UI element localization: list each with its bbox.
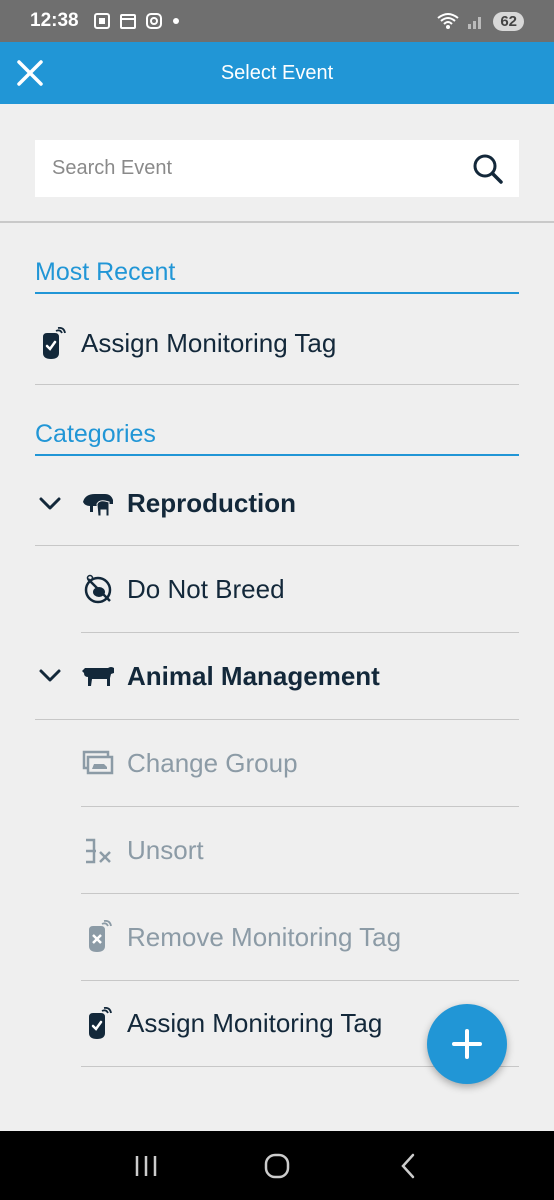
list-item-remove-monitoring-tag[interactable]: Remove Monitoring Tag bbox=[81, 894, 519, 981]
category-label: Animal Management bbox=[127, 660, 380, 691]
recent-apps-icon bbox=[135, 1155, 156, 1176]
recent-apps-button[interactable] bbox=[126, 1146, 166, 1186]
monitoring-tag-icon bbox=[35, 326, 69, 361]
instagram-icon bbox=[145, 13, 162, 29]
category-animal-management[interactable]: Animal Management bbox=[35, 633, 519, 720]
plus-icon bbox=[452, 1029, 482, 1059]
categories-heading: Categories bbox=[35, 420, 519, 456]
chevron-down-icon bbox=[35, 661, 65, 691]
change-group-icon bbox=[81, 746, 115, 780]
dot-icon bbox=[172, 18, 179, 24]
back-icon bbox=[401, 1153, 415, 1178]
system-icons: 62 bbox=[437, 11, 524, 31]
back-button[interactable] bbox=[388, 1146, 428, 1186]
screenshot-icon bbox=[93, 13, 110, 29]
list-item-label: Change Group bbox=[127, 747, 298, 778]
page-title: Select Event bbox=[220, 61, 334, 84]
search-icon[interactable] bbox=[471, 152, 505, 186]
list-item-most-recent-assign-tag[interactable]: Assign Monitoring Tag bbox=[35, 303, 519, 385]
cow-icon bbox=[81, 659, 115, 693]
list-item-label: Do Not Breed bbox=[127, 573, 285, 604]
do-not-breed-icon bbox=[81, 572, 115, 606]
list-item-label: Remove Monitoring Tag bbox=[127, 921, 402, 952]
category-label: Reproduction bbox=[127, 488, 296, 518]
status-time: 12:38 bbox=[30, 10, 79, 31]
list-item-label: Unsort bbox=[127, 834, 204, 865]
home-icon bbox=[264, 1153, 290, 1178]
list-item-label: Assign Monitoring Tag bbox=[127, 1008, 383, 1038]
list-item-change-group[interactable]: Change Group bbox=[81, 720, 519, 807]
battery-indicator: 62 bbox=[493, 11, 524, 31]
system-nav-bar bbox=[0, 1131, 554, 1200]
monitoring-tag-icon bbox=[81, 1006, 115, 1041]
app-header: Select Event bbox=[0, 42, 554, 104]
home-button[interactable] bbox=[257, 1146, 297, 1186]
close-button[interactable] bbox=[12, 55, 48, 91]
search-box bbox=[35, 140, 519, 197]
add-button[interactable] bbox=[427, 1004, 507, 1084]
notification-icons bbox=[93, 12, 181, 30]
unsort-icon bbox=[81, 833, 115, 867]
list-item-label: Assign Monitoring Tag bbox=[81, 328, 337, 358]
category-reproduction[interactable]: Reproduction bbox=[35, 462, 519, 546]
status-bar: 12:38 62 bbox=[0, 0, 554, 42]
calendar-icon bbox=[119, 14, 136, 29]
list-item-do-not-breed[interactable]: Do Not Breed bbox=[81, 546, 519, 633]
list-item-unsort[interactable]: Unsort bbox=[81, 807, 519, 894]
reproduction-icon bbox=[81, 487, 115, 521]
search-input[interactable] bbox=[52, 157, 471, 180]
divider bbox=[0, 221, 554, 223]
chevron-down-icon bbox=[35, 489, 65, 519]
close-icon bbox=[17, 60, 43, 86]
most-recent-heading: Most Recent bbox=[35, 258, 519, 294]
signal-icon bbox=[468, 17, 482, 29]
wifi-icon bbox=[437, 13, 459, 29]
remove-tag-icon bbox=[81, 920, 115, 954]
